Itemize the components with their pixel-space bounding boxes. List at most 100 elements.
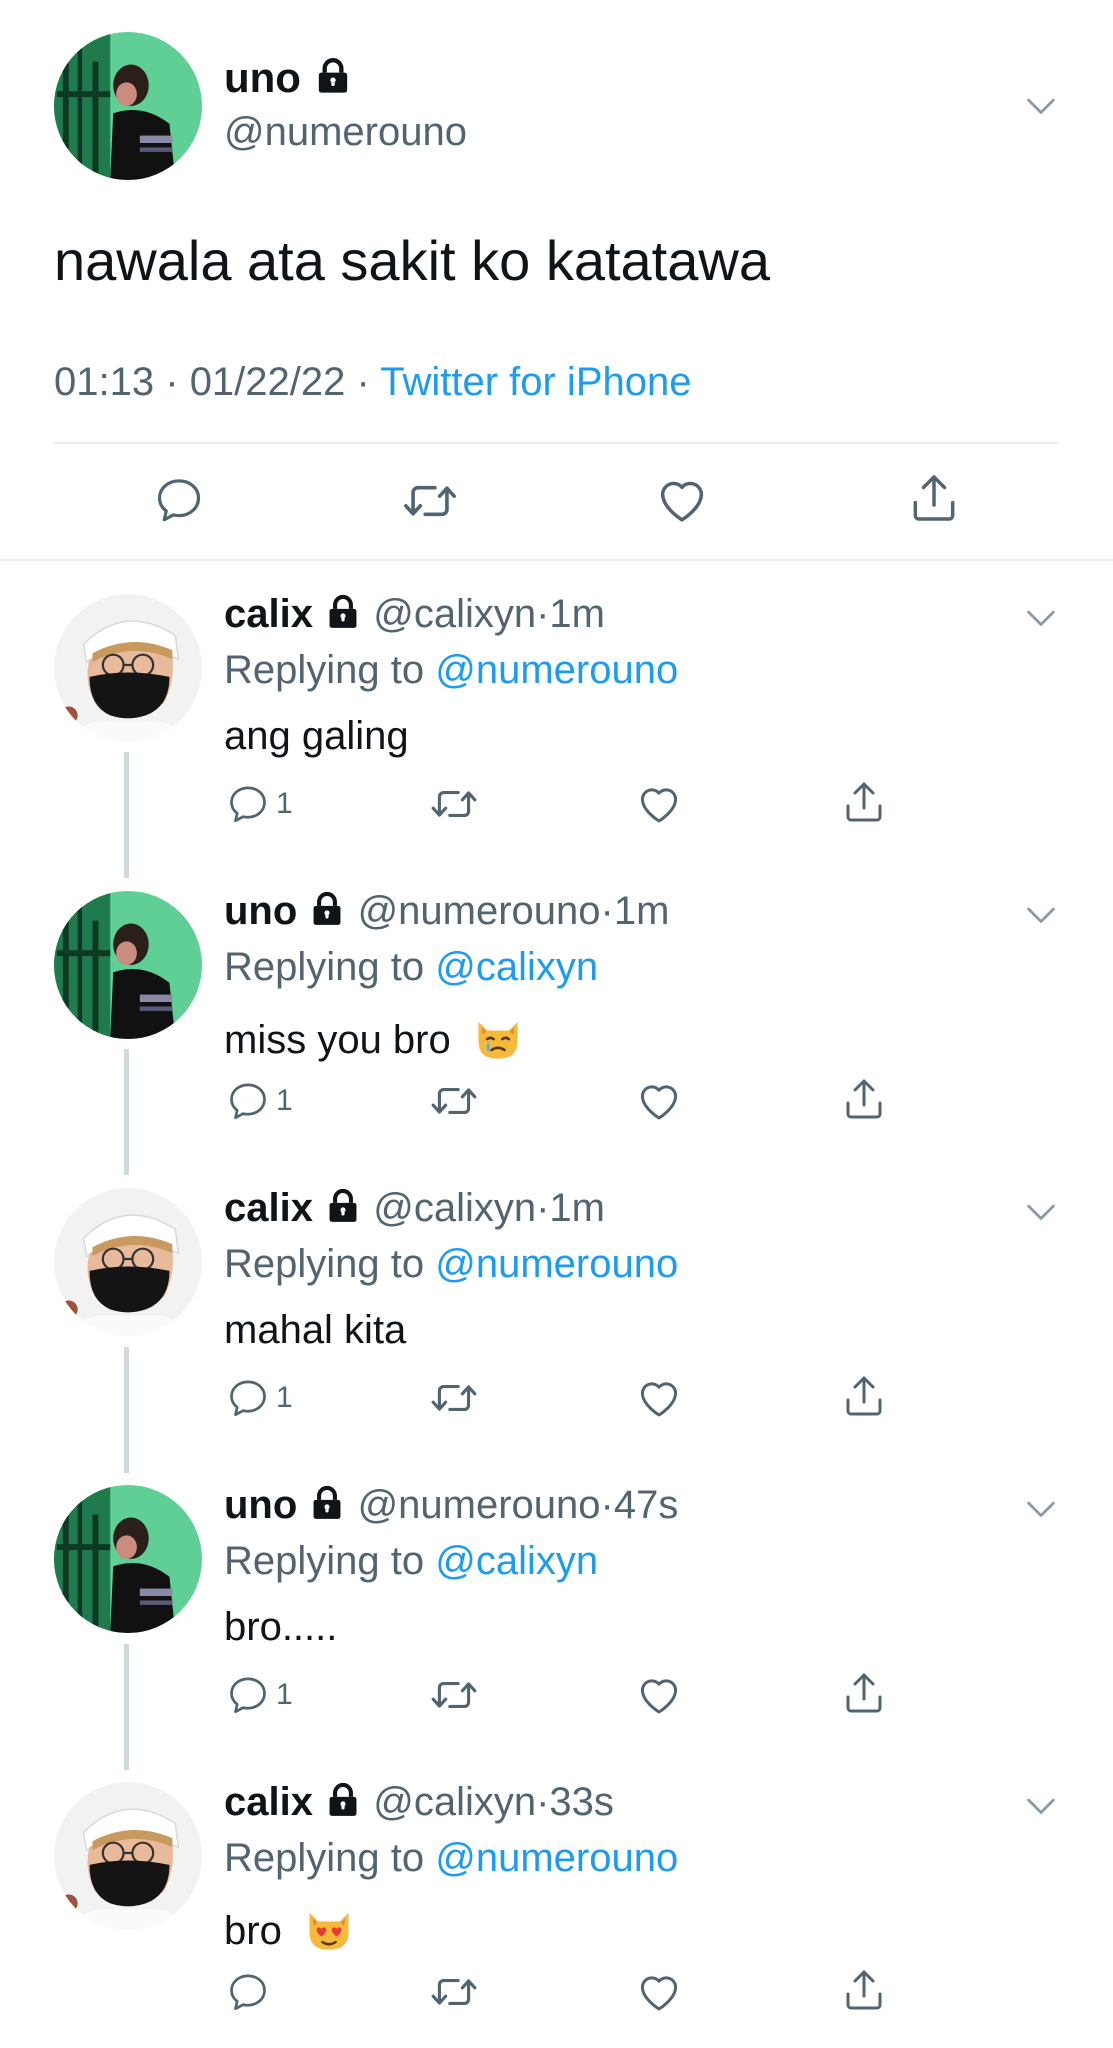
replying-handle-link[interactable]: @calixyn xyxy=(435,1539,598,1583)
reply-body: bro..... xyxy=(224,1605,338,1649)
retweet-icon[interactable] xyxy=(401,472,459,530)
share-icon[interactable] xyxy=(840,1669,888,1717)
retweet-icon[interactable] xyxy=(429,1967,479,2017)
author-name[interactable]: calix xyxy=(224,1780,313,1824)
reply-body: bro xyxy=(224,1909,282,1953)
heart-icon[interactable] xyxy=(654,472,710,528)
replying-prefix: Replying to xyxy=(224,1539,425,1583)
lock-icon xyxy=(308,890,346,928)
chevron-down-icon[interactable] xyxy=(1024,905,1058,927)
main-author[interactable]: uno xyxy=(224,54,353,102)
meta-separator: · xyxy=(356,360,370,404)
author-handle[interactable]: @calixyn xyxy=(373,1186,536,1230)
reply-count: 1 xyxy=(276,787,293,820)
chevron-down-icon[interactable] xyxy=(1024,1202,1058,1224)
retweet-icon[interactable] xyxy=(429,1076,479,1126)
lock-icon xyxy=(308,1484,346,1522)
avatar-calix[interactable] xyxy=(54,1782,202,1930)
reply-action[interactable]: 1 xyxy=(226,1673,293,1717)
author-name: uno xyxy=(224,54,301,101)
reply-icon xyxy=(226,782,270,826)
heart-icon[interactable] xyxy=(635,780,683,828)
tweet-text: nawala ata sakit ko katatawa xyxy=(54,229,770,292)
replying-handle-link[interactable]: @numerouno xyxy=(435,1836,678,1880)
main-handle[interactable]: @numerouno xyxy=(224,110,467,155)
author-name[interactable]: calix xyxy=(224,1186,313,1230)
replying-to: Replying to @numerouno xyxy=(224,1836,678,1881)
reply-tweet[interactable]: uno @numerouno·47s Replying to @calixyn … xyxy=(0,1475,1113,1772)
heart-icon[interactable] xyxy=(635,1968,683,2016)
lock-icon xyxy=(324,593,362,631)
reply-text: miss you bro xyxy=(224,1011,524,1063)
replying-handle-link[interactable]: @numerouno xyxy=(435,1242,678,1286)
share-icon[interactable] xyxy=(840,778,888,826)
reply-action[interactable]: 1 xyxy=(226,1376,293,1420)
avatar-image xyxy=(54,891,202,1039)
reply-tweet[interactable]: calix @calixyn·1m Replying to @numerouno… xyxy=(0,1178,1113,1475)
reply-time: 33s xyxy=(549,1780,614,1824)
time-separator: · xyxy=(536,592,550,636)
chevron-down-icon[interactable] xyxy=(1024,96,1058,118)
tweet-date: 01/22/22 xyxy=(189,360,346,404)
crying-cat-face-icon xyxy=(472,1011,524,1063)
author-name[interactable]: uno xyxy=(224,1483,297,1527)
retweet-icon[interactable] xyxy=(429,1373,479,1423)
avatar-uno[interactable] xyxy=(54,32,202,180)
share-icon[interactable] xyxy=(840,1372,888,1420)
author-handle[interactable]: @calixyn xyxy=(373,592,536,636)
replying-to: Replying to @numerouno xyxy=(224,1242,678,1287)
reply-action[interactable]: 1 xyxy=(226,1079,293,1123)
avatar-calix[interactable] xyxy=(54,1188,202,1336)
replying-prefix: Replying to xyxy=(224,1242,425,1286)
reply-tweet[interactable]: calix @calixyn·33s Replying to @numeroun… xyxy=(0,1772,1113,2048)
time-separator: · xyxy=(600,1483,614,1527)
reply-text: ang galing xyxy=(224,714,409,759)
meta-separator: · xyxy=(165,360,179,404)
time-separator: · xyxy=(536,1780,550,1824)
share-icon[interactable] xyxy=(840,1966,888,2014)
share-icon[interactable] xyxy=(906,470,962,526)
reply-body: mahal kita xyxy=(224,1308,407,1352)
lock-icon xyxy=(324,1781,362,1819)
reply-action[interactable]: 1 xyxy=(226,782,293,826)
author-name[interactable]: uno xyxy=(224,889,297,933)
reply-body: miss you bro xyxy=(224,1018,451,1062)
author-handle[interactable]: @calixyn xyxy=(373,1780,536,1824)
avatar-uno[interactable] xyxy=(54,891,202,1039)
reply-tweet[interactable]: calix @calixyn·1m Replying to @numerouno… xyxy=(0,584,1113,881)
avatar-image xyxy=(54,594,202,742)
replying-to: Replying to @calixyn xyxy=(224,1539,598,1584)
retweet-icon[interactable] xyxy=(429,1670,479,1720)
reply-icon xyxy=(226,1673,270,1717)
reply-action[interactable] xyxy=(226,1970,276,2014)
time-separator: · xyxy=(536,1186,550,1230)
avatar-uno[interactable] xyxy=(54,1485,202,1633)
heart-eyes-cat-face-icon xyxy=(303,1902,355,1954)
avatar-calix[interactable] xyxy=(54,594,202,742)
reply-icon xyxy=(226,1376,270,1420)
heart-icon[interactable] xyxy=(635,1671,683,1719)
chevron-down-icon[interactable] xyxy=(1024,1499,1058,1521)
divider xyxy=(54,442,1059,444)
reply-icon[interactable] xyxy=(153,474,205,526)
replying-prefix: Replying to xyxy=(224,945,425,989)
reply-tweet[interactable]: uno @numerouno·1m Replying to @calixyn m… xyxy=(0,881,1113,1178)
replying-handle-link[interactable]: @calixyn xyxy=(435,945,598,989)
author-handle[interactable]: @numerouno xyxy=(358,889,601,933)
reply-time: 1m xyxy=(549,1186,605,1230)
time-separator: · xyxy=(600,889,614,933)
reply-icon xyxy=(226,1079,270,1123)
author-handle[interactable]: @numerouno xyxy=(358,1483,601,1527)
reply-time: 47s xyxy=(613,1483,679,1527)
chevron-down-icon[interactable] xyxy=(1024,608,1058,630)
retweet-icon[interactable] xyxy=(429,779,479,829)
author-name[interactable]: calix xyxy=(224,592,313,636)
share-icon[interactable] xyxy=(840,1075,888,1123)
tweet-source-link[interactable]: Twitter for iPhone xyxy=(380,360,691,404)
reply-body: ang galing xyxy=(224,714,409,758)
replying-handle-link[interactable]: @numerouno xyxy=(435,648,678,692)
chevron-down-icon[interactable] xyxy=(1024,1796,1058,1818)
heart-icon[interactable] xyxy=(635,1077,683,1125)
heart-icon[interactable] xyxy=(635,1374,683,1422)
replying-to: Replying to @numerouno xyxy=(224,648,678,693)
